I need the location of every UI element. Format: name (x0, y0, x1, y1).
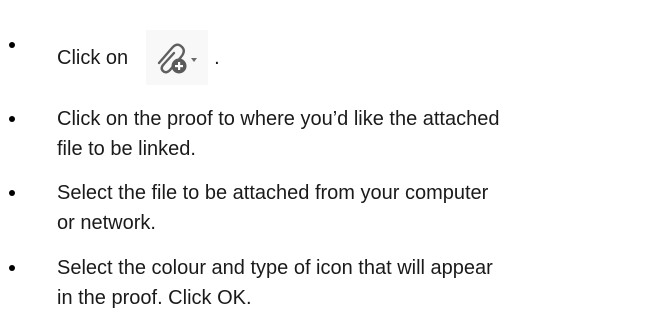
instruction-list: Click on . Click on the proof to where y… (0, 0, 650, 322)
step-text-line: Click on the proof to where you’d like t… (57, 108, 500, 130)
step-text: Click on . (57, 30, 220, 85)
step-text: Select the file to be attached from your… (57, 178, 488, 238)
step-text-after-icon: . (214, 46, 220, 69)
bullet (9, 42, 15, 48)
step-text-before-icon: Click on (57, 46, 129, 69)
step-text-line: in the proof. Click OK. (57, 287, 252, 309)
bullet (9, 265, 15, 271)
step-text: Click on the proof to where you’d like t… (57, 104, 499, 164)
step-text-line: or network. (57, 212, 156, 234)
step-text-line: Select the file to be attached from your… (57, 182, 489, 204)
paperclip-plus-icon (157, 43, 198, 74)
bullet (9, 116, 15, 122)
step-text: Select the colour and type of icon that … (57, 253, 493, 313)
attach-file-add-dropdown-icon[interactable] (146, 30, 209, 85)
bullet (9, 190, 15, 196)
step-text-line: file to be linked. (57, 138, 196, 160)
step-text-line: Select the colour and type of icon that … (57, 257, 493, 279)
